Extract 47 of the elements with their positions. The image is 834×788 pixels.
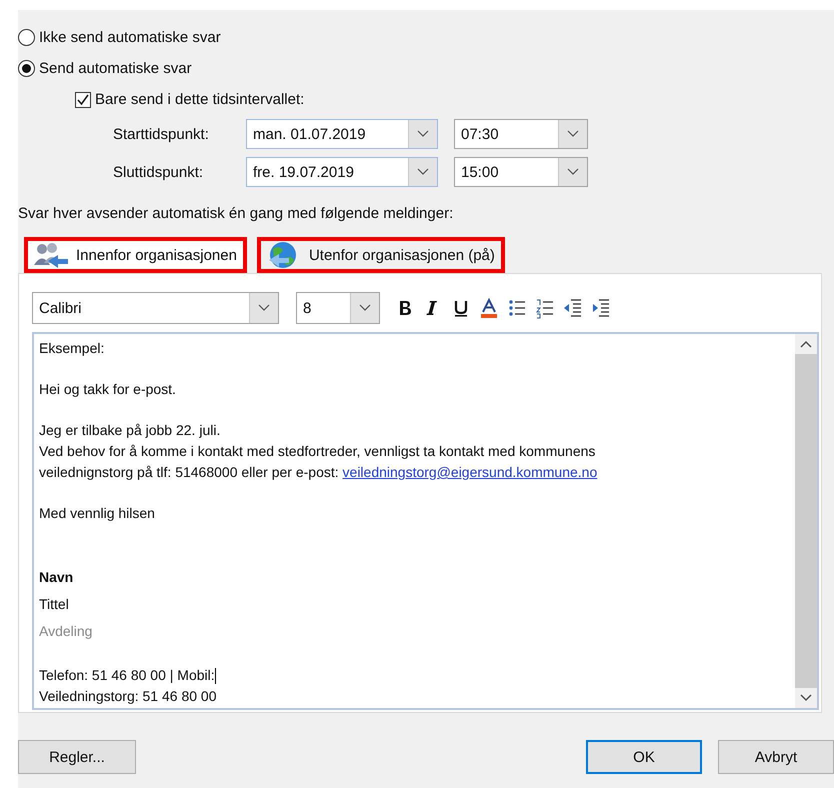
- message-text: Ved behov for å komme i kontakt med stedfortreder, vennligst ta kontakt med kommunens: [39, 443, 596, 459]
- message-text: veilednignstorg på tlf: 51468000 eller per e-post:: [39, 464, 340, 480]
- chevron-down-icon: [417, 168, 429, 176]
- chevron-down-icon: [417, 130, 429, 138]
- message-text: Navn: [39, 568, 74, 587]
- message-text: Med vennlig hilsen: [39, 505, 155, 521]
- radio-label: Ikke send automatiske svar: [39, 29, 221, 46]
- message-text: Telefon: 51 46 80 00 | Mobil:: [39, 667, 215, 683]
- field-label: Starttidspunkt:: [113, 126, 210, 142]
- dialog-button[interactable]: OK: [586, 740, 702, 774]
- font-size-dropdown[interactable]: 8: [296, 292, 380, 324]
- radio-button[interactable]: [18, 29, 35, 46]
- radio-label: Send automatiske svar: [39, 60, 192, 77]
- message-text: Hei og takk for e-post.: [39, 381, 176, 397]
- date-dropdown[interactable]: man. 01.07.2019: [246, 119, 438, 149]
- checkbox-label: Bare send i dette tidsintervallet:: [95, 91, 304, 108]
- chevron-down-icon: [258, 304, 270, 312]
- decrease-indent-icon[interactable]: [562, 297, 584, 319]
- message-text: Tittel: [39, 595, 69, 614]
- chevron-down-icon: [359, 304, 371, 312]
- radio-button[interactable]: [18, 60, 35, 77]
- chevron-down-icon: [567, 130, 579, 138]
- tab[interactable]: Utenfor organisasjonen (på): [256, 237, 505, 273]
- people-arrow-icon: [32, 241, 70, 269]
- message-text: Eksempel:: [39, 340, 104, 356]
- dialog-button[interactable]: Avbryt: [718, 740, 834, 774]
- message-text: Avdeling: [39, 622, 92, 641]
- instruction-text: Svar hver avsender automatisk én gang med følgende meldinger:: [18, 205, 454, 224]
- scroll-down-icon[interactable]: [800, 694, 812, 702]
- text-cursor: [214, 668, 216, 684]
- checkbox[interactable]: [75, 92, 91, 108]
- message-text: Jeg er tilbake på jobb 22. juli.: [39, 422, 220, 438]
- font-color-icon[interactable]: [478, 297, 500, 319]
- scroll-up-icon[interactable]: [800, 340, 812, 348]
- time-dropdown[interactable]: 07:30: [454, 119, 588, 149]
- email-link[interactable]: veiledningstorg@eigersund.kommune.no: [342, 464, 598, 480]
- increase-indent-icon[interactable]: [590, 297, 612, 319]
- font-dropdown[interactable]: Calibri: [32, 292, 279, 324]
- numbered-list-icon[interactable]: [534, 297, 556, 319]
- time-dropdown[interactable]: 15:00: [454, 157, 588, 187]
- field-label: Sluttidspunkt:: [113, 164, 204, 180]
- message-editor[interactable]: [32, 332, 819, 710]
- chevron-down-icon: [567, 168, 579, 176]
- rules-button[interactable]: Regler...: [18, 740, 136, 774]
- message-text: Veiledningstorg: 51 46 80 00: [39, 688, 216, 704]
- tab[interactable]: Innenfor organisasjonen: [24, 237, 247, 273]
- date-dropdown[interactable]: fre. 19.07.2019: [246, 157, 438, 187]
